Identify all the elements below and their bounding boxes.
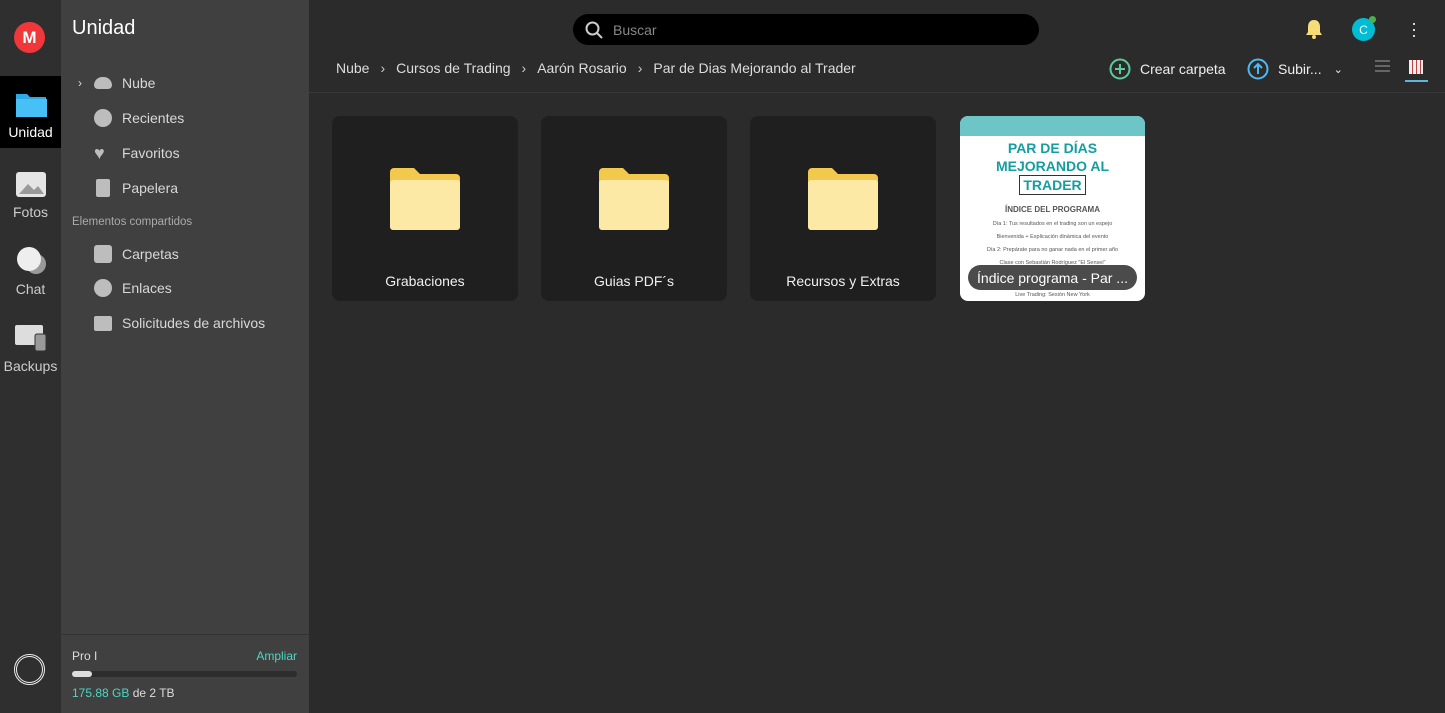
rail-item-fotos[interactable]: Fotos [0,156,61,228]
sidebar-item-favoritos[interactable]: ♥ Favoritos [61,138,309,168]
breadcrumb: Nube › Cursos de Trading › Aarón Rosario › … [336,60,856,76]
rail-label: Unidad [8,124,53,140]
sidebar-item-nube[interactable]: › Nube [61,68,309,98]
online-status-dot [1369,16,1376,23]
list-view-icon[interactable] [1375,60,1390,74]
heart-icon: ♥ [94,143,105,163]
storage-panel: Pro I Ampliar 175.88 GB de 2 TB [61,634,309,713]
storage-usage: 175.88 GB de 2 TB [72,686,175,700]
plan-name: Pro I [72,649,98,663]
plus-circle-icon [1109,58,1131,80]
search-icon [585,21,603,39]
thumbnail-line: Día 1: Tus resultados en el trading son … [992,221,1113,227]
thumbnail-line: MEJORANDO AL [995,158,1110,174]
folder-card[interactable]: Recursos y Extras [750,116,936,301]
breadcrumb-item[interactable]: Par de Dias Mejorando al Trader [653,60,855,76]
backups-icon [14,324,47,352]
storage-used: 175.88 GB [72,686,130,700]
cloud-icon [94,77,112,89]
shared-section-title: Elementos compartidos [72,216,193,228]
thumbnail-line: Bienvenida + Explicación dinámica del ev… [996,234,1109,240]
grid-view-icon[interactable] [1409,60,1423,74]
rail-item-chat[interactable]: Chat [0,233,61,305]
upload-label: Subir... [1278,61,1322,77]
folder-icon [808,168,878,230]
file-name: Índice programa - Par ... [968,265,1137,290]
folder-name: Guias PDF´s [593,273,675,289]
rail-item-backups[interactable]: Backups [0,310,61,382]
folder-name: Recursos y Extras [786,273,900,289]
folder-icon [390,168,460,230]
sidebar-item-label: Enlaces [122,280,172,296]
avatar-letter: C [1359,22,1368,37]
rail-item-unidad[interactable]: Unidad [0,76,61,148]
chevron-right-icon: › [521,60,527,76]
rail-label: Chat [15,281,46,297]
sidebar: Unidad › Nube Recientes ♥ Favoritos Papele… [61,0,309,713]
more-menu-icon[interactable]: · · · [1411,14,1417,44]
chevron-down-icon[interactable]: ⌄ [1334,63,1343,76]
rail-label: Fotos [12,204,48,220]
trash-icon [96,179,110,197]
thumbnail-index: ÍNDICE DEL PROGRAMA [1005,205,1100,214]
sidebar-item-label: Carpetas [122,246,179,262]
file-request-icon [94,315,112,331]
upload-button[interactable]: Subir... ⌄ [1247,58,1343,80]
sidebar-item-recientes[interactable]: Recientes [61,103,309,133]
thumbnail-line: TRADER [1019,175,1086,195]
breadcrumb-item[interactable]: Nube [336,60,369,76]
sidebar-item-label: Favoritos [122,145,180,161]
chevron-right-icon[interactable]: › [78,76,82,90]
sidebar-item-label: Recientes [122,110,185,126]
sidebar-item-carpetas[interactable]: Carpetas [61,239,309,269]
shared-folder-icon [94,245,112,263]
thumbnail-line: Día 2: Prepárate para no ganar nada en e… [986,247,1119,253]
search-bar[interactable] [573,14,1039,45]
search-input[interactable] [613,21,1013,38]
thumbnail-title: PAR DE DÍAS MEJORANDO AL TRADER [960,139,1145,195]
upgrade-link[interactable]: Ampliar [256,649,297,663]
mega-logo[interactable]: M [14,22,45,53]
storage-total: de 2 TB [132,686,175,700]
folder-card[interactable]: Grabaciones [332,116,518,301]
divider [309,92,1445,93]
file-card[interactable]: PAR DE DÍAS MEJORANDO AL TRADER ÍNDICE DEL… [960,116,1145,301]
folder-icon [15,90,47,118]
transfers-icon[interactable] [14,654,45,685]
chat-icon [15,247,47,275]
thumbnail-line: Live Trading: Sesión New York [1015,292,1090,298]
sidebar-item-label: Nube [122,75,156,91]
sidebar-title: Unidad [72,17,136,39]
folder-icon [599,168,669,230]
upload-icon [1247,58,1269,80]
sidebar-item-label: Papelera [122,180,179,196]
folder-card[interactable]: Guias PDF´s [541,116,727,301]
thumbnail-line: PAR DE DÍAS [1007,140,1098,156]
sidebar-item-solicitudes[interactable]: Solicitudes de archivos [61,308,309,338]
breadcrumb-item[interactable]: Cursos de Trading [396,60,510,76]
thumbnail-band [960,116,1145,136]
clock-icon [94,109,112,127]
breadcrumb-item[interactable]: Aarón Rosario [537,60,627,76]
chevron-right-icon: › [637,60,643,76]
active-view-indicator [1405,80,1428,82]
rail-label: Backups [3,358,58,374]
storage-bar-fill [72,671,92,677]
folder-name: Grabaciones [385,273,465,289]
sidebar-item-label: Solicitudes de archivos [122,315,266,331]
bell-icon[interactable] [1304,19,1324,39]
sidebar-item-papelera[interactable]: Papelera [61,173,309,203]
link-icon [94,279,112,297]
chevron-right-icon: › [380,60,386,76]
photos-icon [15,170,47,198]
create-folder-label: Crear carpeta [1140,61,1226,77]
sidebar-item-enlaces[interactable]: Enlaces [61,273,309,303]
create-folder-button[interactable]: Crear carpeta [1109,58,1226,80]
storage-bar [72,671,297,677]
app-rail: M Unidad Fotos Chat Backups [0,0,61,713]
